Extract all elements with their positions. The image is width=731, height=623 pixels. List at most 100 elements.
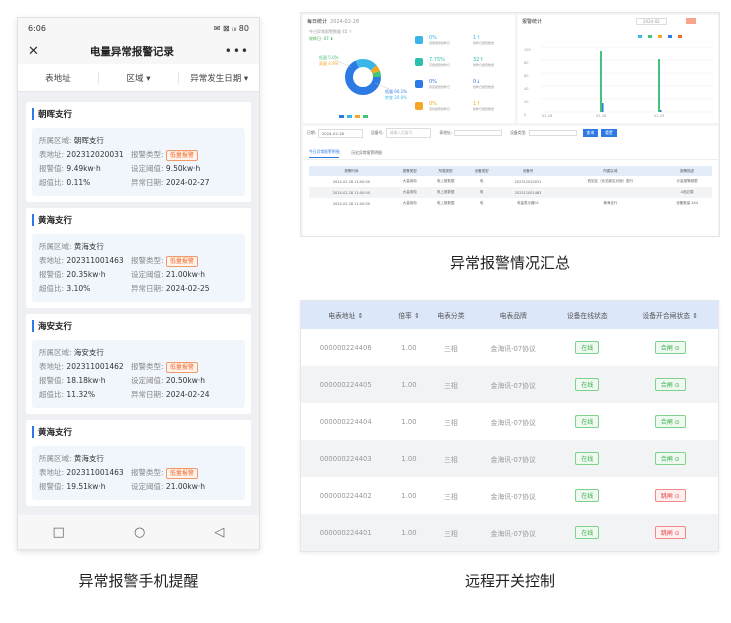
stat-icon <box>415 58 423 66</box>
meter-address: 000000224406 <box>319 343 372 352</box>
table-row: 000000224403 1.00 三相 金海讯-07协议 在线 合闸 ⊙ <box>301 440 718 477</box>
column-header-meter-address[interactable]: 电表地址 ⇕ <box>301 301 391 329</box>
brand: 金海讯-07协议 <box>490 492 536 501</box>
recent-apps-icon[interactable]: □ <box>53 525 65 540</box>
filter-meter-address[interactable]: 表地址 <box>18 71 99 84</box>
detail-tabs: 今日异常报警明细 历史异常报警明细 <box>303 148 718 160</box>
bar <box>600 51 602 112</box>
meter-value: 202311001463 <box>66 468 124 477</box>
tab-today[interactable]: 今日异常报警明细 <box>309 149 340 158</box>
switch-toggle[interactable]: 合闸 ⊙ <box>654 452 686 465</box>
table-cell: 电量表示器01 <box>517 201 539 205</box>
table-cell: 202312020031 <box>514 179 542 184</box>
date-filter-input[interactable]: 2024-02-28 <box>317 128 363 138</box>
meter-address: 000000224401 <box>301 514 391 551</box>
tab-history[interactable]: 历史异常报警明细 <box>351 150 381 158</box>
stat-icon <box>415 80 423 88</box>
switch-toggle[interactable]: 合闸 ⊙ <box>654 378 686 391</box>
switch-toggle[interactable]: 合闸 ⊙ <box>654 341 686 354</box>
home-icon[interactable]: ○ <box>134 525 145 540</box>
device-table: 电表地址 ⇕ 倍率 ⇕ 电表分类 电表品牌 设备在线状态 设备开合闸状态 ⇕ 0… <box>301 301 718 551</box>
switch-toggle[interactable]: 跳闸 ⊙ <box>654 489 686 502</box>
bar-chart <box>540 35 714 113</box>
alarm-value-label: 报警值: <box>39 376 65 385</box>
search-button[interactable]: 查询 <box>582 129 599 137</box>
meter-filter-input[interactable] <box>454 130 503 136</box>
stat-icon <box>415 102 423 110</box>
column-header-rate[interactable]: 倍率 ⇕ <box>390 301 428 329</box>
column-header-category: 电表分类 <box>427 301 475 329</box>
alarm-card[interactable]: 海安支行 所属区域: 海安支行 表地址: 202311001462 报警类型: 低… <box>26 314 251 414</box>
alarm-detail-table: 报警时间 报警类型 所属类型 设备类型 设备号 所属区域 报警描述 2024-0… <box>309 166 712 209</box>
status-bar: 6:06 ✉ ⊠ ᵢₗₗ 80 <box>18 18 259 38</box>
bar <box>658 59 660 112</box>
brand: 金海讯-07协议 <box>490 344 536 353</box>
meter-value: 202311001462 <box>66 362 124 371</box>
meter-label: 表地址: <box>39 256 65 265</box>
column-header: 报警时间 <box>309 166 394 176</box>
meter-address: 000000224405 <box>301 366 391 403</box>
column-header: 所属区域 <box>558 166 663 176</box>
reset-button[interactable]: 重置 <box>601 129 617 137</box>
column-header: 报警描述 <box>662 166 712 176</box>
meter-address: 000000224404 <box>319 417 372 426</box>
table-cell: 计量报警超限 <box>676 179 698 183</box>
table-row: 2024-02-28 11:00:00 大量用电 电上报数据电 20231100146… <box>309 187 712 198</box>
card-body: 所属区域: 朝晖支行 表地址: 202312020031 报警类型: 低量报警 报… <box>32 128 245 196</box>
stat-sub: 突变报警较昨日 <box>429 85 451 89</box>
area-value: 黄海支行 <box>73 454 104 463</box>
bar <box>602 103 604 112</box>
date-value: 2024-02-24 <box>165 390 210 399</box>
close-icon[interactable]: ✕ <box>28 44 39 59</box>
stat-row: 0% 离线报警较昨日 1↑ 较昨日报警数量 <box>415 95 511 117</box>
threshold-label: 设定阈值: <box>131 270 164 279</box>
threshold-value: 20.50kw·h <box>165 376 206 385</box>
stat-sub2: 较昨日报警数量 <box>473 85 495 89</box>
stat-icon <box>415 36 423 44</box>
filter-label: 表地址: <box>439 130 453 135</box>
card-title: 朝晖支行 <box>32 108 245 120</box>
threshold-label: 设定阈值: <box>131 376 164 385</box>
y-axis: 100 80 60 40 20 0 <box>524 44 531 122</box>
alarm-type-badge: 低量报警 <box>165 361 198 373</box>
meter-value: 202312020031 <box>66 150 124 159</box>
threshold-value: 21.00kw·h <box>165 270 206 279</box>
back-icon[interactable]: ◁ <box>214 525 224 540</box>
stat-list: 0% 低量报警较昨日 1↑ 较昨日报警数量 7.75% 高量报警较昨日 32↑ 较昨日报… <box>415 29 511 117</box>
switch-toggle[interactable]: 跳闸 ⊙ <box>654 526 686 539</box>
filter-date[interactable]: 异常发生日期 ▾ <box>179 72 259 84</box>
table-header-row: 报警时间 报警类型 所属类型 设备类型 设备号 所属区域 报警描述 <box>309 166 712 176</box>
ratio-value: 3.10% <box>66 284 91 293</box>
card-body: 所属区域: 黄海支行 表地址: 202311001463 报警类型: 低量报警 报… <box>32 446 245 500</box>
stat-sub: 高量报警较昨日 <box>429 63 451 67</box>
filter-row: 日期: 2024-02-28 设备号: 请输入设备号 表地址: 设备类型: 查询… <box>303 126 718 140</box>
x-tick: 02-26 <box>542 114 553 118</box>
meter-address: 000000224403 <box>301 440 391 477</box>
stat-sub2: 较昨日报警数量 <box>473 41 495 45</box>
date-value: 2024-02-27 <box>165 178 210 187</box>
x-tick: 02-28 <box>596 114 607 118</box>
card-body: 所属区域: 黄海支行 表地址: 202311001463 报警类型: 低量报警 报… <box>32 234 245 302</box>
alarm-card[interactable]: 朝晖支行 所属区域: 朝晖支行 表地址: 202312020031 报警类型: 低… <box>26 102 251 202</box>
more-icon[interactable]: ••• <box>225 44 249 58</box>
alarm-type-label: 报警类型: <box>131 362 164 371</box>
filter-area[interactable]: 区域 ▾ <box>99 71 180 84</box>
category: 三相 <box>444 344 458 353</box>
device-filter-input[interactable]: 请输入设备号 <box>385 128 432 138</box>
alarm-type-label: 报警类型: <box>131 150 164 159</box>
stat-sub: 离线报警较昨日 <box>429 107 451 111</box>
alarm-card[interactable]: 黄海支行 所属区域: 黄海支行 表地址: 202311001463 报警类型: 低… <box>26 420 251 506</box>
column-header-switch[interactable]: 设备开合闸状态 ⇕ <box>622 301 718 329</box>
ratio-label: 超值比: <box>39 178 65 187</box>
filter-label: 设备号: <box>370 130 384 135</box>
alarm-card[interactable]: 黄海支行 所属区域: 黄海支行 表地址: 202311001463 报警类型: 低… <box>26 208 251 308</box>
area-label: 所属区域: <box>39 136 72 145</box>
table-cell: 大量用电 <box>393 187 426 198</box>
y-tick: 60 <box>524 74 529 78</box>
switch-toggle[interactable]: 合闸 ⊙ <box>654 415 686 428</box>
area-label: 所属区域: <box>39 454 72 463</box>
table-row: 000000224405 1.00 三相 金海讯-07协议 在线 合闸 ⊙ <box>301 366 718 403</box>
y-tick: 80 <box>524 61 529 65</box>
type-filter-select[interactable] <box>528 130 577 136</box>
table-cell: 电上报数据 <box>425 187 466 198</box>
